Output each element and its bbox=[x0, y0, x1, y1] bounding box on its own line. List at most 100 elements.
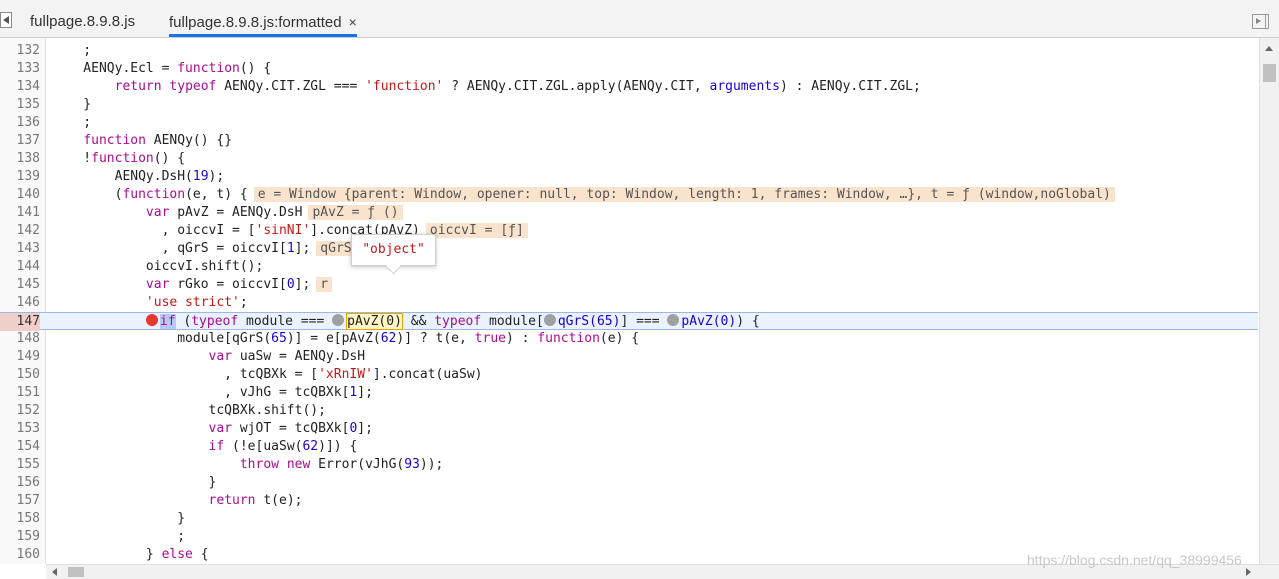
hover-value-tooltip: "object" bbox=[351, 234, 436, 266]
line-number[interactable]: 158 bbox=[0, 510, 40, 528]
code-line[interactable]: 136 ; bbox=[0, 114, 1258, 132]
tab-bar: fullpage.8.9.8.js fullpage.8.9.8.js:form… bbox=[0, 0, 1279, 38]
scroll-right-icon[interactable] bbox=[1246, 568, 1251, 576]
code-text: } bbox=[52, 475, 217, 490]
scroll-up-icon[interactable] bbox=[1265, 46, 1273, 51]
code-line[interactable]: 149 var uaSw = AENQy.DsH bbox=[0, 348, 1258, 366]
line-number[interactable]: 143 bbox=[0, 240, 40, 258]
code-line[interactable]: 150 , tcQBXk = ['xRnIW'].concat(uaSw) bbox=[0, 366, 1258, 384]
code-line[interactable]: 151 , vJhG = tcQBXk[1]; bbox=[0, 384, 1258, 402]
code-line[interactable]: 145 var rGko = oiccvI[0]; r bbox=[0, 276, 1258, 294]
code-editor[interactable]: 132 ; 133 AENQy.Ecl = function() {134 ret… bbox=[0, 38, 1258, 564]
line-number[interactable]: 135 bbox=[0, 96, 40, 114]
code-text: if (!e[uaSw(62)]) { bbox=[208, 439, 358, 454]
code-line[interactable]: 144 oiccvI.shift(); bbox=[0, 258, 1258, 276]
code-text: if (typeof module === pAvZ(0) && typeof … bbox=[52, 313, 760, 331]
line-number[interactable]: 154 bbox=[0, 438, 40, 456]
tab-fullpage-js[interactable]: fullpage.8.9.8.js bbox=[30, 0, 135, 37]
code-text: module[qGrS(65)] = e[pAvZ(62)] ? t(e, tr… bbox=[52, 331, 640, 346]
line-number[interactable]: 155 bbox=[0, 456, 40, 474]
code-line[interactable]: 133 AENQy.Ecl = function() { bbox=[0, 60, 1258, 78]
line-number[interactable]: 140 bbox=[0, 186, 40, 204]
code-text: var rGko = oiccvI[0]; r bbox=[52, 276, 333, 294]
line-number[interactable]: 133 bbox=[0, 60, 40, 78]
code-line[interactable]: 155 throw new Error(vJhG(93)); bbox=[0, 456, 1258, 474]
line-number[interactable]: 153 bbox=[0, 420, 40, 438]
line-number[interactable]: 147 bbox=[0, 313, 40, 331]
line-number[interactable]: 151 bbox=[0, 384, 40, 402]
code-line[interactable]: 153 var wjOT = tcQBXk[0]; bbox=[0, 420, 1258, 438]
code-line[interactable]: 142 , oiccvI = ['sinNI'].concat(pAvZ) oic… bbox=[0, 222, 1258, 240]
vertical-scrollbar[interactable] bbox=[1259, 38, 1279, 564]
line-number[interactable]: 136 bbox=[0, 114, 40, 132]
code-line[interactable]: 137 function AENQy() {} bbox=[0, 132, 1258, 150]
code-text: } bbox=[52, 511, 186, 526]
inline-breakpoint-icon[interactable] bbox=[332, 314, 345, 326]
line-number[interactable]: 160 bbox=[0, 546, 40, 564]
line-number[interactable]: 146 bbox=[0, 294, 40, 312]
close-tab-icon[interactable]: × bbox=[349, 14, 357, 30]
code-line[interactable]: 141 var pAvZ = AENQy.DsH pAvZ = ƒ () bbox=[0, 204, 1258, 222]
inline-value-preview: oiccvI = [ƒ] bbox=[425, 223, 528, 238]
tab-fullpage-js-formatted[interactable]: fullpage.8.9.8.js:formatted × bbox=[169, 0, 357, 37]
line-number[interactable]: 139 bbox=[0, 168, 40, 186]
line-number[interactable]: 156 bbox=[0, 474, 40, 492]
inline-breakpoint-icon[interactable] bbox=[543, 314, 556, 326]
code-text: throw new Error(vJhG(93)); bbox=[239, 457, 444, 472]
tab-label: fullpage.8.9.8.js:formatted bbox=[169, 14, 342, 31]
line-number[interactable]: 157 bbox=[0, 492, 40, 510]
line-number[interactable]: 137 bbox=[0, 132, 40, 150]
horizontal-scroll-thumb[interactable] bbox=[68, 567, 84, 577]
code-text: 'use strict'; bbox=[145, 295, 248, 310]
tab-label: fullpage.8.9.8.js bbox=[30, 13, 136, 30]
toggle-debugger-icon[interactable] bbox=[1252, 14, 1269, 29]
code-text: !function() { bbox=[52, 151, 186, 166]
code-line[interactable]: 138 !function() { bbox=[0, 150, 1258, 168]
line-number[interactable]: 149 bbox=[0, 348, 40, 366]
line-number[interactable]: 138 bbox=[0, 150, 40, 168]
scroll-left-icon[interactable] bbox=[52, 568, 57, 576]
code-text: return typeof AENQy.CIT.ZGL === 'functio… bbox=[114, 79, 921, 94]
code-text: } else { bbox=[52, 547, 209, 562]
line-number[interactable]: 134 bbox=[0, 78, 40, 96]
line-number[interactable]: 148 bbox=[0, 330, 40, 348]
code-text: var pAvZ = AENQy.DsH pAvZ = ƒ () bbox=[52, 204, 403, 222]
code-text: ; bbox=[52, 529, 186, 544]
code-line[interactable]: 147 if (typeof module === pAvZ(0) && typ… bbox=[0, 312, 1258, 331]
code-text: var wjOT = tcQBXk[0]; bbox=[208, 421, 373, 436]
line-number[interactable]: 142 bbox=[0, 222, 40, 240]
vertical-scroll-thumb[interactable] bbox=[1263, 64, 1276, 82]
line-number[interactable]: 150 bbox=[0, 366, 40, 384]
breakpoint-icon[interactable] bbox=[145, 314, 158, 326]
code-text: , tcQBXk = ['xRnIW'].concat(uaSw) bbox=[52, 367, 483, 382]
code-line[interactable]: 139 AENQy.DsH(19); bbox=[0, 168, 1258, 186]
code-line[interactable]: 154 if (!e[uaSw(62)]) { bbox=[0, 438, 1258, 456]
line-number[interactable]: 152 bbox=[0, 402, 40, 420]
inline-breakpoint-icon[interactable] bbox=[667, 314, 680, 326]
code-line[interactable]: 132 ; bbox=[0, 42, 1258, 60]
code-line[interactable]: 156 } bbox=[0, 474, 1258, 492]
line-number[interactable]: 144 bbox=[0, 258, 40, 276]
line-number[interactable]: 145 bbox=[0, 276, 40, 294]
code-text: ; bbox=[52, 43, 92, 58]
code-line[interactable]: 159 ; bbox=[0, 528, 1258, 546]
code-line[interactable]: 158 } bbox=[0, 510, 1258, 528]
code-text: return t(e); bbox=[208, 493, 303, 508]
code-line[interactable]: 135 } bbox=[0, 96, 1258, 114]
code-line[interactable]: 140 (function(e, t) {e = Window {parent:… bbox=[0, 186, 1258, 204]
code-text: AENQy.Ecl = function() { bbox=[52, 61, 272, 76]
code-text: var uaSw = AENQy.DsH bbox=[208, 349, 366, 364]
code-text: AENQy.DsH(19); bbox=[52, 169, 225, 184]
code-line[interactable]: 134 return typeof AENQy.CIT.ZGL === 'fun… bbox=[0, 78, 1258, 96]
code-text: } bbox=[52, 97, 92, 112]
line-number[interactable]: 132 bbox=[0, 42, 40, 60]
code-line[interactable]: 157 return t(e); bbox=[0, 492, 1258, 510]
code-line[interactable]: 148 module[qGrS(65)] = e[pAvZ(62)] ? t(e… bbox=[0, 330, 1258, 348]
code-line[interactable]: 146 'use strict'; bbox=[0, 294, 1258, 312]
code-line[interactable]: 152 tcQBXk.shift(); bbox=[0, 402, 1258, 420]
code-line[interactable]: 143 , qGrS = oiccvI[1];qGrS = ƒ () bbox=[0, 240, 1258, 258]
line-number[interactable]: 141 bbox=[0, 204, 40, 222]
line-number[interactable]: 159 bbox=[0, 528, 40, 546]
code-text: ; bbox=[52, 115, 92, 130]
toggle-navigator-icon[interactable] bbox=[0, 12, 12, 28]
